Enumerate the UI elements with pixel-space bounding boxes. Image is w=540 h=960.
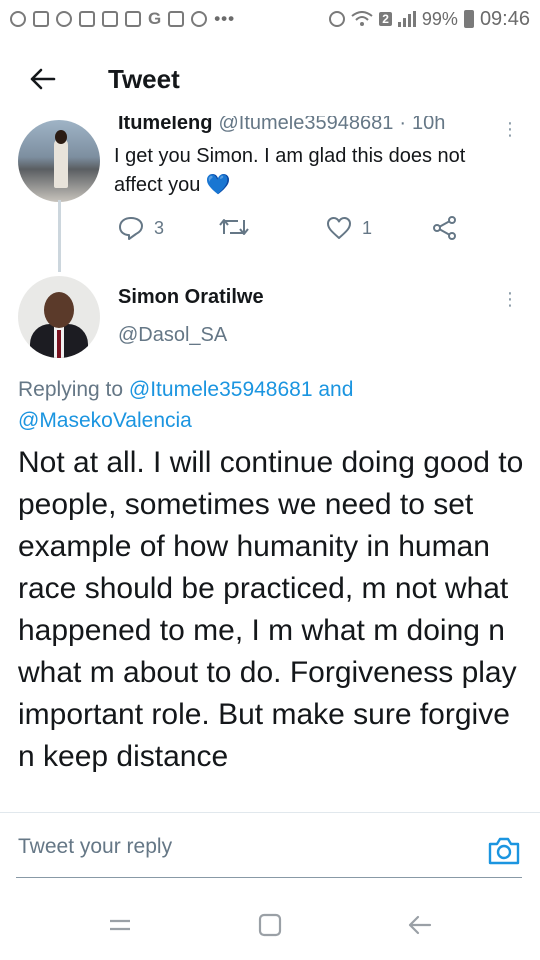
retweet-button[interactable] — [218, 216, 260, 238]
like-count: 1 — [362, 217, 373, 238]
home-button[interactable] — [250, 910, 290, 940]
recent-apps-icon — [110, 919, 130, 931]
author-name[interactable]: Simon Oratilwe — [118, 286, 264, 309]
back-nav-icon — [408, 915, 432, 935]
notification-icons: G ••• — [10, 9, 235, 29]
clock: 09:46 — [479, 7, 530, 30]
blue-heart-emoji: 💙 — [205, 174, 231, 196]
gmail-icon — [102, 11, 118, 27]
arrow-left-icon — [30, 68, 56, 90]
author-handle: @Itumele35948681 — [218, 116, 394, 134]
mention-link[interactable]: @MasekoValencia — [18, 409, 192, 432]
tweet-actions: 3 1 — [0, 216, 540, 246]
like-button[interactable]: 1 — [326, 216, 372, 240]
more-options-icon[interactable]: ⋮ — [500, 290, 520, 308]
tweet-text: I get you Simon. I am glad this does not… — [114, 142, 514, 200]
reply-icon — [119, 217, 143, 240]
facebook-icon — [10, 11, 26, 27]
alarm-icon — [329, 11, 346, 27]
author-name[interactable]: Itumeleng — [118, 116, 212, 138]
back-button[interactable] — [0, 38, 84, 120]
share-button[interactable] — [432, 216, 458, 240]
heart-icon — [327, 217, 351, 239]
share-icon — [433, 216, 456, 240]
page-title: Tweet — [108, 63, 180, 94]
checkbox-icon — [79, 11, 95, 27]
tweet-time: 10h — [412, 116, 446, 134]
wifi-icon — [351, 11, 373, 26]
retweet-icon — [219, 219, 249, 235]
tweet-author-row: Itumeleng @Itumele35948681 · 10h — [118, 116, 445, 138]
signal-icon — [397, 11, 416, 27]
reply-count: 3 — [154, 217, 165, 238]
system-icons: 2 99% 09:46 — [329, 8, 530, 31]
notification-badge: 2 — [379, 12, 392, 26]
viber-icon — [56, 11, 72, 27]
previous-tweet[interactable]: Itumeleng @Itumele35948681 · 10h ⋮ I get… — [0, 116, 540, 276]
status-bar: G ••• 2 99% 09:46 — [0, 0, 540, 38]
vpn-icon — [191, 11, 208, 27]
replying-prefix: Replying to — [18, 378, 129, 401]
avatar[interactable] — [18, 120, 100, 202]
camera-icon — [488, 837, 520, 865]
replying-to: Replying to @Itumele35948681 and @MasekoV… — [18, 374, 518, 436]
gmail-icon — [125, 11, 141, 27]
gallery-icon — [168, 11, 185, 27]
input-underline — [16, 877, 522, 878]
mention-link[interactable]: @Itumele35948681 — [129, 378, 313, 401]
camera-button[interactable] — [486, 833, 522, 869]
reply-button[interactable]: 3 — [118, 216, 164, 240]
tweet-body: I get you Simon. I am glad this does not… — [114, 145, 466, 196]
reply-composer: Tweet your reply — [0, 812, 540, 890]
battery-icon — [463, 10, 474, 28]
recent-apps-button[interactable] — [100, 910, 140, 940]
more-dots-icon: ••• — [214, 9, 236, 28]
back-nav-button[interactable] — [400, 910, 440, 940]
home-icon — [258, 913, 282, 937]
google-icon: G — [148, 9, 162, 28]
author-handle: @Dasol_SA — [118, 324, 228, 346]
more-options-icon[interactable]: ⋮ — [500, 120, 520, 138]
tweet-separator: · — [399, 116, 406, 134]
mention-conjunction: and — [312, 378, 354, 401]
avatar[interactable] — [18, 276, 100, 358]
battery-percent: 99% — [421, 8, 458, 29]
messenger-icon — [33, 11, 49, 27]
reply-input[interactable]: Tweet your reply — [18, 835, 172, 859]
system-nav-bar — [0, 890, 540, 960]
tweet-text: Not at all. I will continue doing good t… — [18, 446, 524, 773]
app-header: Tweet — [0, 38, 540, 120]
